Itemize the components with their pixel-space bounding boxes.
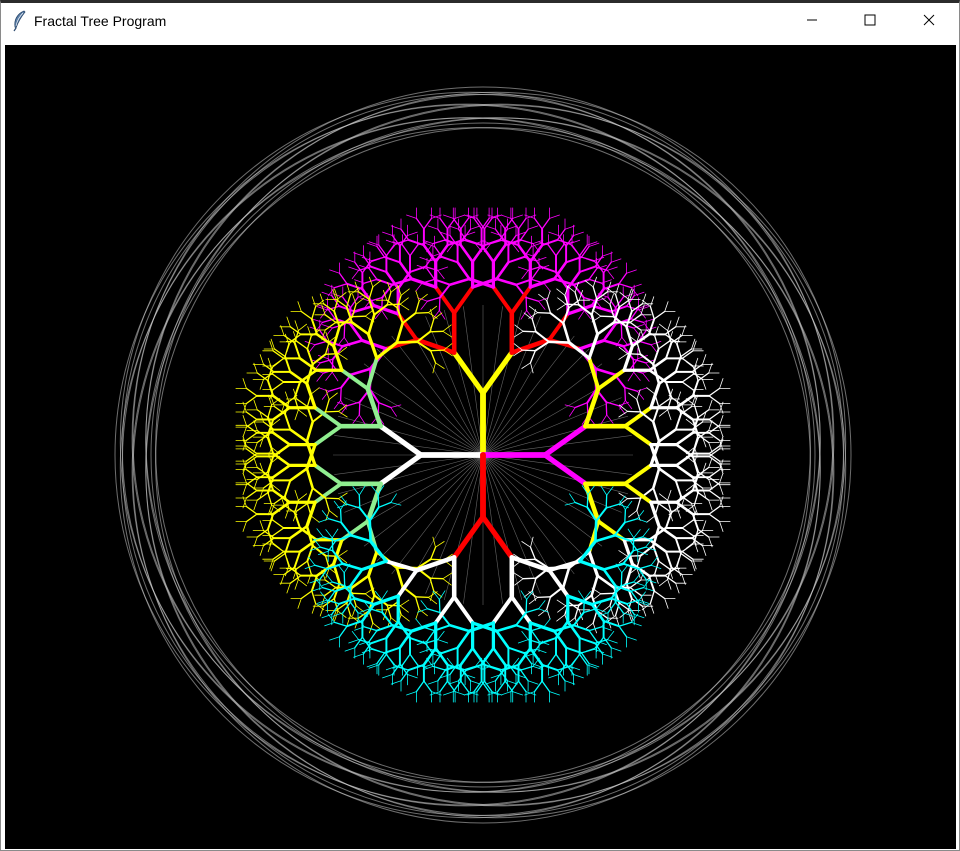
- close-icon: [923, 13, 935, 31]
- close-button[interactable]: [900, 3, 958, 41]
- minimize-button[interactable]: [783, 3, 841, 41]
- window-title: Fractal Tree Program: [34, 13, 167, 29]
- title-bar[interactable]: Fractal Tree Program: [1, 3, 959, 41]
- minimize-icon: [806, 13, 818, 31]
- feather-icon: [11, 10, 29, 32]
- maximize-button[interactable]: [841, 3, 899, 41]
- app-window: Fractal Tree Program: [0, 0, 960, 851]
- maximize-icon: [864, 13, 876, 31]
- fractal-canvas[interactable]: [5, 45, 956, 849]
- fractal-tree-drawing: [114, 86, 852, 824]
